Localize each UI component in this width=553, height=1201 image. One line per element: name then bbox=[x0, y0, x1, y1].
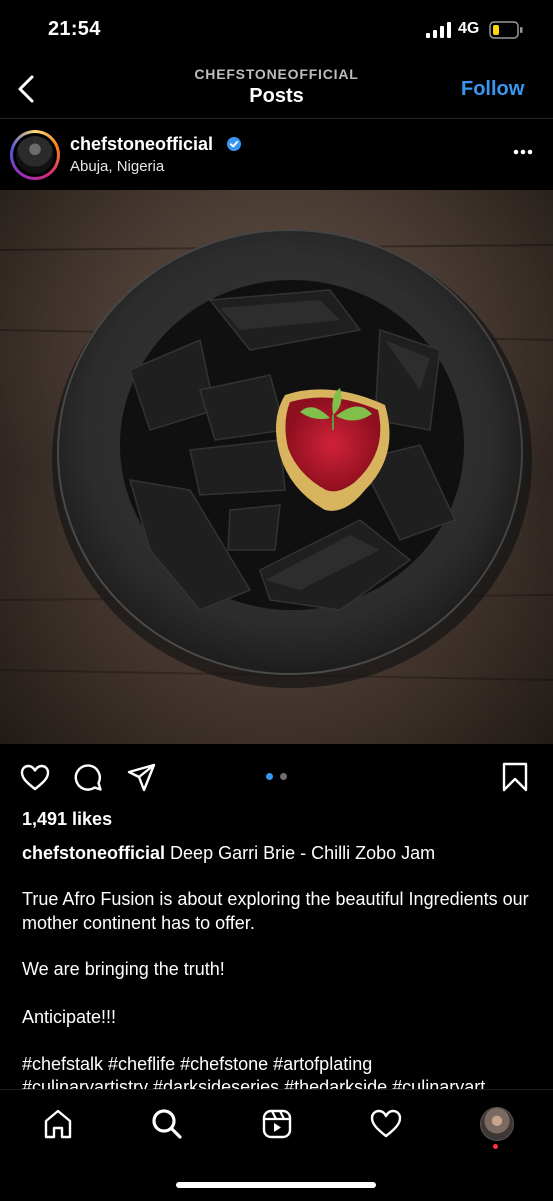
caption-paragraph: Anticipate!!! bbox=[22, 1007, 117, 1027]
verified-icon bbox=[227, 137, 241, 151]
avatar[interactable] bbox=[16, 136, 54, 174]
activity-icon[interactable] bbox=[370, 1108, 402, 1140]
post-location[interactable]: Abuja, Nigeria bbox=[70, 158, 164, 175]
hashtags[interactable]: #culinaryartistry #darksideseries #theda… bbox=[22, 1075, 537, 1089]
likes-count[interactable]: 1,491 likes bbox=[22, 809, 112, 830]
caption-username[interactable]: chefstoneofficial bbox=[22, 843, 165, 863]
header-divider bbox=[0, 118, 553, 119]
hashtags[interactable]: #chefstalk #cheflife #chefstone #artofpl… bbox=[22, 1052, 537, 1076]
home-icon[interactable] bbox=[42, 1108, 74, 1140]
caption-paragraph: True Afro Fusion is about exploring the … bbox=[22, 889, 529, 933]
network-label: 4G bbox=[458, 20, 480, 37]
home-indicator bbox=[176, 1182, 376, 1188]
share-icon[interactable] bbox=[127, 762, 157, 792]
comment-icon[interactable] bbox=[73, 762, 103, 792]
post-username[interactable]: chefstoneofficial bbox=[70, 134, 213, 155]
carousel-dot bbox=[280, 773, 287, 780]
bookmark-icon[interactable] bbox=[500, 762, 530, 792]
follow-button[interactable]: Follow bbox=[461, 78, 524, 101]
caption-title: Deep Garri Brie - Chilli Zobo Jam bbox=[170, 843, 436, 863]
battery-icon bbox=[489, 21, 523, 39]
caption: chefstoneofficial Deep Garri Brie - Chil… bbox=[22, 841, 537, 865]
signal-icon bbox=[426, 22, 451, 38]
profile-avatar[interactable] bbox=[480, 1107, 514, 1141]
post-photo[interactable] bbox=[0, 190, 553, 744]
reels-icon[interactable] bbox=[261, 1108, 293, 1140]
more-icon[interactable] bbox=[513, 149, 533, 155]
search-icon[interactable] bbox=[151, 1108, 183, 1140]
status-time: 21:54 bbox=[48, 18, 101, 40]
caption-paragraph: We are bringing the truth! bbox=[22, 959, 225, 979]
heart-icon[interactable] bbox=[20, 763, 50, 793]
notification-dot bbox=[493, 1144, 498, 1149]
carousel-dot-active bbox=[266, 773, 273, 780]
